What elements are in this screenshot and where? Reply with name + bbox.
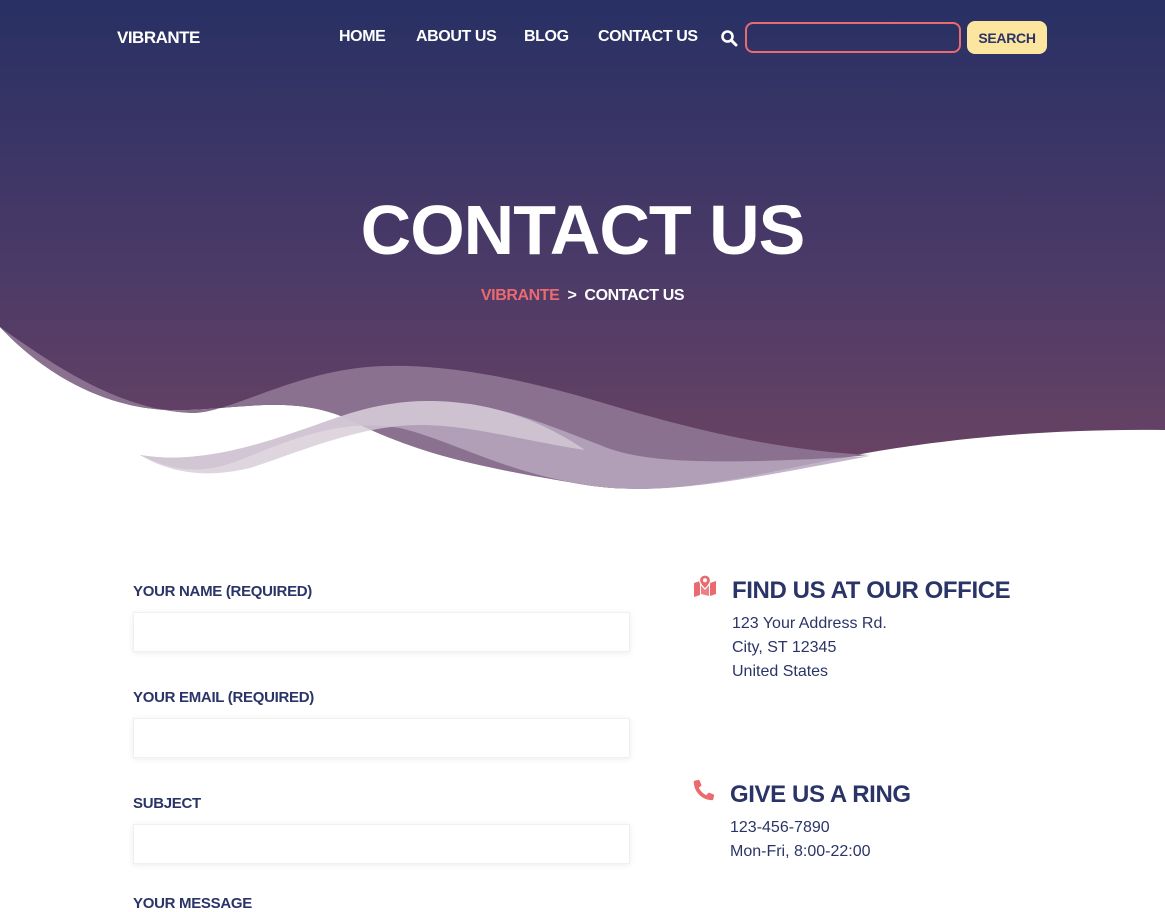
site-logo[interactable]: VIBRANTE bbox=[117, 28, 200, 48]
top-navigation: VIBRANTE HOME ABOUT US BLOG CONTACT US S… bbox=[0, 0, 1165, 76]
nav-blog[interactable]: BLOG bbox=[524, 28, 569, 46]
email-field[interactable] bbox=[133, 718, 630, 758]
office-address-line: United States bbox=[732, 663, 829, 680]
search-icon[interactable] bbox=[720, 29, 738, 47]
subject-field[interactable] bbox=[133, 824, 630, 864]
breadcrumb: VIBRANTE > CONTACT US bbox=[0, 287, 1165, 305]
hero-banner: VIBRANTE HOME ABOUT US BLOG CONTACT US S… bbox=[0, 0, 1165, 500]
name-label: YOUR NAME (REQUIRED) bbox=[133, 583, 313, 600]
office-address-line: 123 Your Address Rd. bbox=[732, 615, 887, 632]
nav-home[interactable]: HOME bbox=[339, 28, 386, 46]
nav-contact-us[interactable]: CONTACT US bbox=[598, 28, 698, 46]
breadcrumb-home-link[interactable]: VIBRANTE bbox=[481, 287, 560, 304]
map-marker-icon bbox=[693, 574, 717, 602]
name-field[interactable] bbox=[133, 612, 630, 652]
email-label: YOUR EMAIL (REQUIRED) bbox=[133, 689, 314, 706]
phone-hours: Mon-Fri, 8:00-22:00 bbox=[730, 843, 871, 860]
nav-about-us[interactable]: ABOUT US bbox=[416, 28, 497, 46]
search-input[interactable] bbox=[745, 22, 961, 53]
subject-label: SUBJECT bbox=[133, 795, 201, 812]
office-heading: FIND US AT OUR OFFICE bbox=[732, 577, 1011, 604]
phone-icon bbox=[693, 779, 715, 806]
page-title: CONTACT US bbox=[360, 191, 806, 269]
phone-number: 123-456-7890 bbox=[730, 819, 830, 836]
search-button[interactable]: SEARCH bbox=[967, 21, 1047, 54]
breadcrumb-separator: > bbox=[567, 287, 577, 304]
breadcrumb-current: CONTACT US bbox=[584, 287, 685, 304]
office-address-line: City, ST 12345 bbox=[732, 639, 837, 656]
phone-heading: GIVE US A RING bbox=[730, 781, 911, 808]
